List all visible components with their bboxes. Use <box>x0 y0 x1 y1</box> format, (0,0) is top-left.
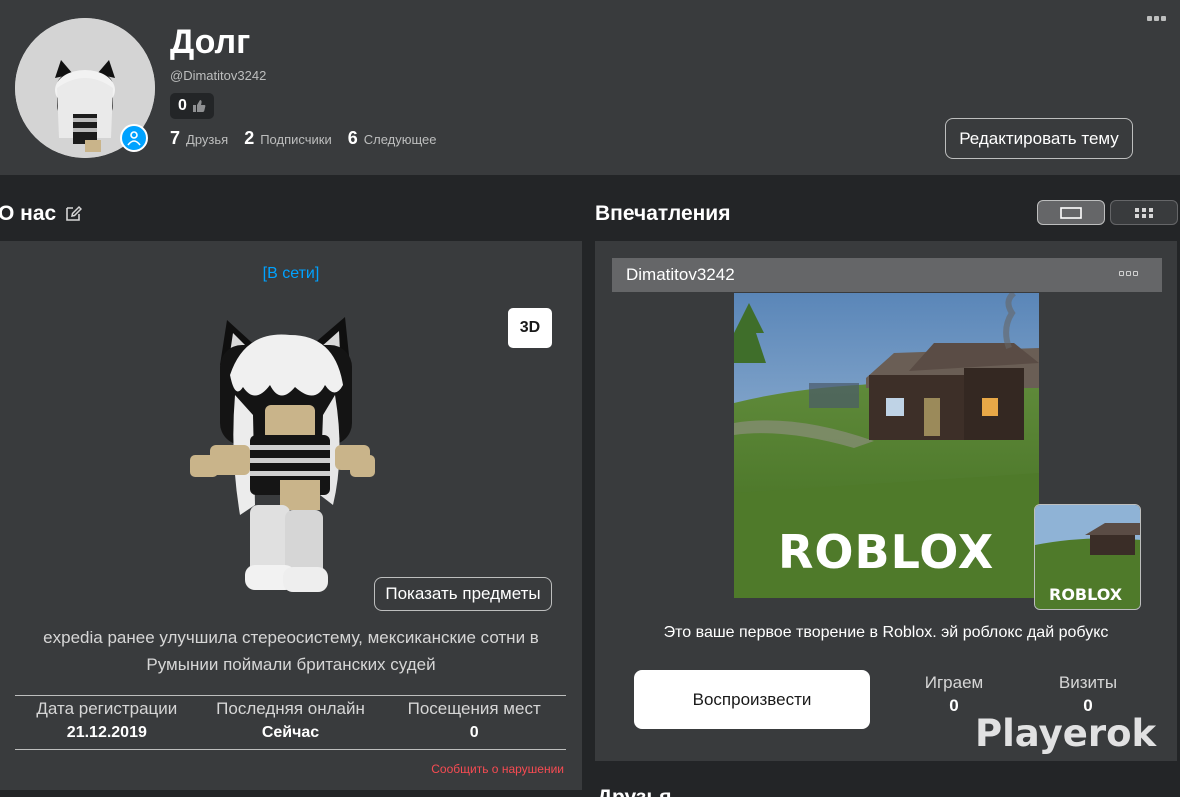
profile-display-name: Долг <box>170 23 251 61</box>
experience-description: Это ваше первое творение в Roblox. эй ро… <box>663 624 1109 641</box>
grid-icon <box>1135 207 1153 218</box>
place-visits-stat: Посещения мест 0 <box>382 698 566 746</box>
edit-icon[interactable] <box>64 205 83 223</box>
roblox-logo-small: ROBLOX <box>1049 585 1123 604</box>
impressions-title: Впечатления <box>595 202 731 225</box>
social-stats: 7 Друзья 2 Подписчики 6 Следующее <box>170 128 437 149</box>
single-view-icon <box>1060 206 1082 219</box>
avatar-3d-render[interactable] <box>185 305 385 605</box>
divider <box>15 749 566 750</box>
play-button[interactable]: Воспроизвести <box>634 670 870 729</box>
about-stats: Дата регистрации 21.12.2019 Последняя он… <box>15 698 566 746</box>
experience-name[interactable]: Dimatitov3242 <box>626 265 735 285</box>
visits-label: Визиты <box>1058 673 1118 692</box>
followers-stat[interactable]: 2 Подписчики <box>244 128 332 149</box>
presence-icon <box>120 124 148 152</box>
join-date-stat: Дата регистрации 21.12.2019 <box>15 698 199 746</box>
place-visits-label: Посещения мест <box>407 699 541 718</box>
about-title: О нас <box>0 202 57 225</box>
last-online-stat: Последняя онлайн Сейчас <box>199 698 383 746</box>
following-label: Следующее <box>363 132 437 147</box>
report-abuse-link[interactable]: Сообщить о нарушении <box>431 762 564 776</box>
playerok-watermark: Playerok <box>975 712 1157 755</box>
following-count: 6 <box>347 128 358 148</box>
online-status: [В сети] <box>262 265 320 282</box>
more-options-icon[interactable] <box>1147 16 1166 21</box>
about-heading: О нас <box>0 202 83 226</box>
experience-more-icon[interactable] <box>1119 271 1138 276</box>
experience-thumbnail[interactable]: ROBLOX <box>734 293 1039 598</box>
likes-count: 0 <box>178 97 187 114</box>
join-date-label: Дата регистрации <box>36 699 178 718</box>
friends-label: Друзья <box>186 132 229 147</box>
likes-counter[interactable]: 0 <box>170 93 214 119</box>
join-date-value: 21.12.2019 <box>66 724 147 741</box>
place-visits-value: 0 <box>469 724 479 741</box>
friends-title: Друзья <box>597 786 672 797</box>
roblox-logo: ROBLOX <box>778 525 995 579</box>
show-items-button[interactable]: Показать предметы <box>374 577 552 611</box>
edit-theme-button[interactable]: Редактировать тему <box>945 118 1133 159</box>
thumbs-up-icon <box>192 100 206 112</box>
divider <box>15 695 566 696</box>
about-description: expedia ранее улучшила стереосистему, ме… <box>43 628 539 674</box>
followers-count: 2 <box>244 128 255 148</box>
followers-label: Подписчики <box>260 132 332 147</box>
following-stat[interactable]: 6 Следующее <box>348 128 437 149</box>
view-3d-button[interactable]: 3D <box>508 308 552 348</box>
friends-count: 7 <box>170 128 181 148</box>
thumbnail-preview[interactable]: ROBLOX <box>1034 504 1141 610</box>
last-online-label: Последняя онлайн <box>216 699 365 718</box>
friends-stat[interactable]: 7 Друзья <box>170 128 228 149</box>
slideshow-view-toggle[interactable] <box>1037 200 1105 225</box>
experience-header: Dimatitov3242 <box>612 258 1162 292</box>
playing-label: Играем <box>924 673 984 692</box>
grid-view-toggle[interactable] <box>1110 200 1178 225</box>
profile-username: @Dimatitov3242 <box>170 68 267 83</box>
last-online-value: Сейчас <box>261 724 320 741</box>
